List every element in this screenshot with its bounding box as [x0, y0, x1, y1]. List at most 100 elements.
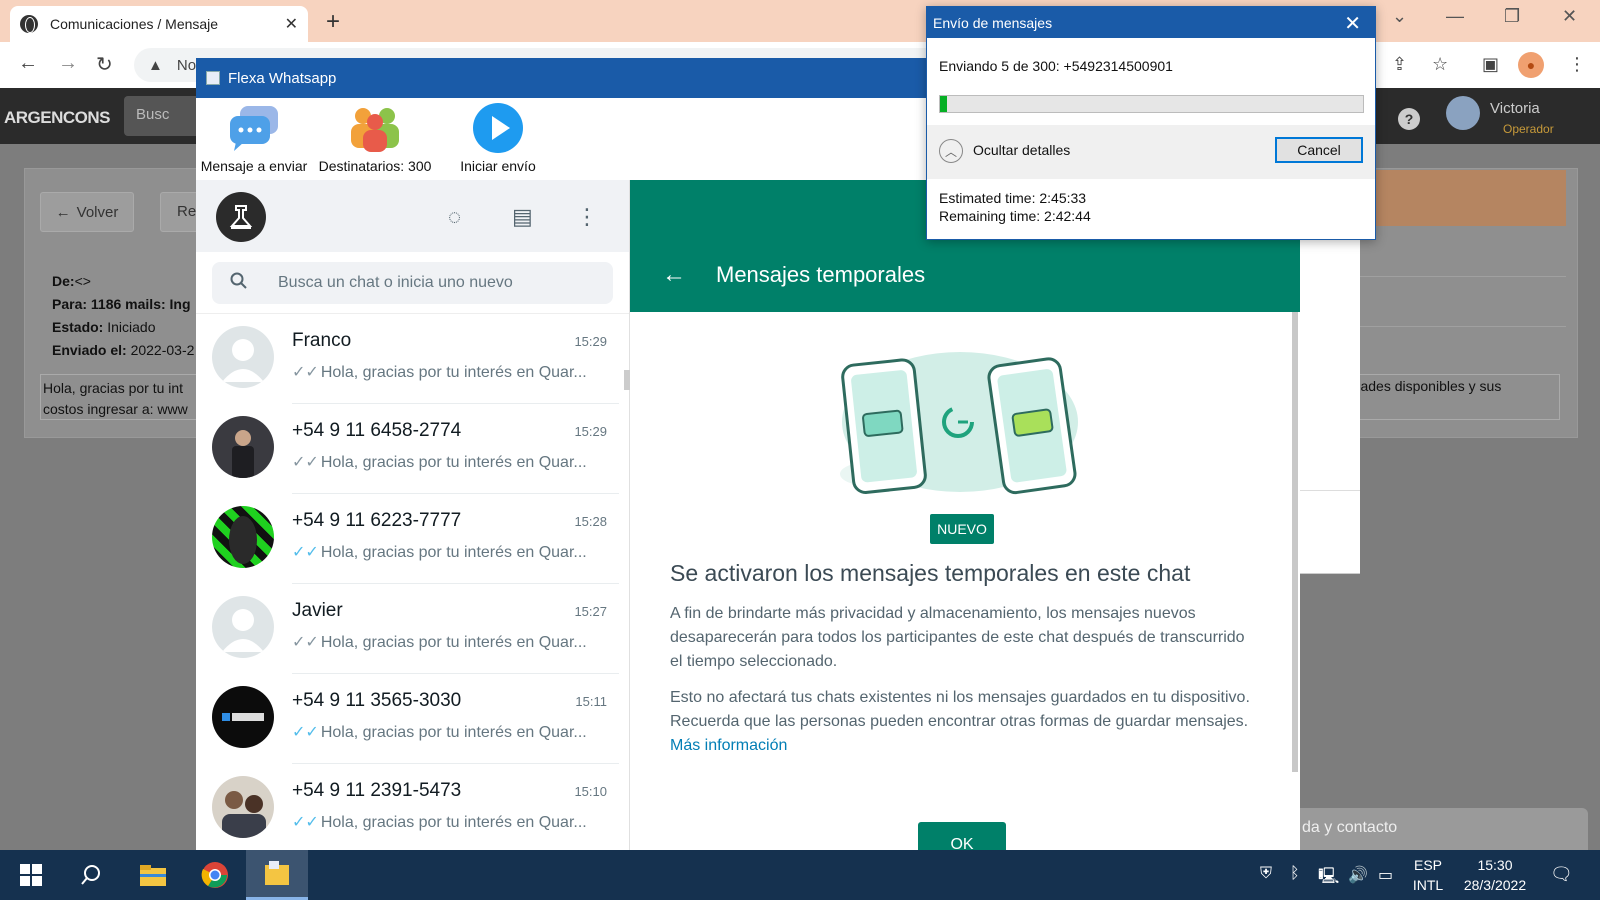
dialog-titlebar: Envío de mensajes ✕: [927, 7, 1375, 38]
chat-list-item[interactable]: +54 9 11 6458-2774 15:29 ✓✓ Hola, gracias…: [196, 404, 629, 494]
chat-preview: ✓✓ Hola, gracias por tu interés en Quar..…: [292, 364, 587, 381]
double-check-icon: ✓✓: [292, 724, 319, 741]
chat-name: Franco: [292, 330, 352, 351]
back-arrow-icon[interactable]: ←: [18, 52, 38, 75]
chat-time: 15:27: [574, 604, 607, 619]
panel-scrollbar[interactable]: [1292, 312, 1298, 772]
site-search-input[interactable]: Busc: [124, 96, 204, 136]
bookmark-star-icon[interactable]: ☆: [1432, 54, 1448, 75]
new-tab-button[interactable]: +: [326, 8, 340, 36]
security-shield-icon[interactable]: ⛨: [1260, 865, 1272, 883]
chat-time: 15:11: [575, 694, 607, 709]
forward-arrow-icon[interactable]: →: [58, 52, 78, 75]
reload-icon[interactable]: ↻: [96, 52, 113, 77]
chat-name: +54 9 11 6458-2774: [292, 420, 462, 441]
back-button[interactable]: ← Volver: [40, 192, 134, 232]
phones-timer-illustration: [830, 346, 1090, 507]
contact-photo: [212, 776, 274, 838]
chat-name: +54 9 11 2391-5473: [292, 780, 462, 801]
flexa-app-taskbar-icon[interactable]: [246, 850, 308, 900]
status-refresh-icon[interactable]: ◌: [448, 204, 461, 230]
file-explorer-icon[interactable]: [122, 850, 184, 900]
tab-close-button[interactable]: ✕: [285, 14, 298, 34]
message-body: Hola, gracias por tu int costos ingresar…: [40, 374, 200, 420]
user-name[interactable]: Victoria: [1490, 100, 1540, 117]
tab-title: Comunicaciones / Mensaje: [50, 16, 219, 32]
user-avatar[interactable]: [1446, 96, 1480, 130]
sending-progress-dialog: Envío de mensajes ✕ Enviando 5 de 300: +…: [926, 6, 1376, 240]
back-button-label: Volver: [76, 203, 119, 221]
chat-list-item[interactable]: +54 9 11 3565-3030 15:11 ✓✓ Hola, gracias…: [196, 674, 629, 764]
chat-name: +54 9 11 6223-7777: [292, 510, 462, 531]
chat-list-header: ◌ ▤ ⋮: [196, 180, 629, 252]
new-chat-icon[interactable]: ▤: [512, 204, 533, 230]
chat-preview: ✓✓ Hola, gracias por tu interés en Quar..…: [292, 814, 587, 831]
hide-details-toggle[interactable]: Ocultar detalles: [973, 142, 1070, 158]
meta-status: Estado: Iniciado: [52, 319, 156, 335]
ok-button[interactable]: OK: [918, 822, 1006, 850]
tab-search-icon[interactable]: ⌄: [1392, 6, 1407, 27]
recipients-button[interactable]: Destinatarios: 300: [316, 102, 434, 174]
restore-icon[interactable]: ❐: [1504, 6, 1520, 27]
clock[interactable]: 15:30 28/3/2022: [1452, 855, 1538, 895]
chat-list-item[interactable]: +54 9 11 2391-5473 15:10 ✓✓ Hola, gracias…: [196, 764, 629, 850]
window-title: Flexa Whatsapp: [228, 69, 337, 87]
message-to-send-button[interactable]: Mensaje a enviar: [198, 102, 310, 174]
chat-list-item[interactable]: Franco 15:29 ✓✓ Hola, gracias por tu inte…: [196, 314, 629, 404]
chat-list-item[interactable]: Javier 15:27 ✓✓ Hola, gracias por tu inte…: [196, 584, 629, 674]
temporary-messages-panel: ← Mensajes temporales NUEVO Se activaron…: [630, 180, 1300, 850]
double-check-icon: ✓✓: [292, 364, 319, 381]
double-check-icon: ✓✓: [292, 544, 319, 561]
volume-icon[interactable]: 🔊: [1348, 865, 1368, 885]
progress-bar-fill: [940, 96, 948, 112]
share-icon[interactable]: ⇪: [1392, 54, 1407, 75]
start-sending-button[interactable]: Iniciar envío: [448, 102, 548, 174]
notifications-icon[interactable]: 🗨: [1550, 864, 1573, 885]
close-window-icon[interactable]: ✕: [1562, 6, 1577, 27]
my-avatar[interactable]: [216, 192, 266, 242]
dialog-close-icon[interactable]: ✕: [1344, 11, 1361, 36]
chevron-up-icon[interactable]: ︿: [939, 139, 963, 163]
secondary-button[interactable]: Re: [160, 192, 200, 232]
chrome-icon[interactable]: [184, 850, 246, 900]
chat-search-input[interactable]: Busca un chat o inicia uno nuevo: [212, 262, 613, 304]
menu-dots-icon[interactable]: ⋮: [1568, 54, 1586, 75]
more-info-link[interactable]: Más información: [670, 737, 787, 754]
warning-icon: ▲: [148, 56, 163, 74]
meta-to: Para: 1186 mails: Ing: [52, 296, 191, 312]
side-panel-icon[interactable]: ▣: [1482, 54, 1499, 75]
bluetooth-icon[interactable]: ᛒ: [1290, 865, 1300, 883]
default-avatar-icon: [212, 596, 274, 658]
time-estimates: Estimated time: 2:45:33 Remaining time: …: [939, 189, 1091, 225]
message-body-tail: unidades disponibles y sus: [1330, 374, 1560, 420]
help-icon[interactable]: ?: [1398, 108, 1420, 130]
cancel-button[interactable]: Cancel: [1275, 137, 1363, 163]
chat-time: 15:28: [574, 514, 607, 529]
remaining-time: Remaining time: 2:42:44: [939, 208, 1091, 224]
minimize-icon[interactable]: —: [1446, 6, 1464, 27]
battery-icon[interactable]: ▭: [1378, 865, 1393, 885]
profile-avatar-icon[interactable]: ●: [1518, 52, 1544, 78]
double-check-icon: ✓✓: [292, 814, 319, 831]
input-language[interactable]: ESP INTL: [1408, 855, 1448, 895]
people-group-icon: [347, 102, 403, 154]
browser-tab[interactable]: Comunicaciones / Mensaje ✕: [10, 6, 308, 42]
globe-icon: [20, 15, 38, 33]
logo-icon: [229, 205, 253, 229]
start-button[interactable]: [0, 850, 62, 900]
back-arrow-icon[interactable]: ←: [662, 261, 686, 289]
help-contact-widget[interactable]: da y contacto: [1284, 808, 1588, 850]
chat-time: 15:10: [574, 784, 607, 799]
temporary-messages-title: Mensajes temporales: [716, 262, 926, 287]
menu-dots-icon[interactable]: ⋮: [576, 204, 598, 230]
search-icon[interactable]: [60, 850, 122, 900]
network-icon[interactable]: 🖳: [1318, 865, 1339, 892]
app-icon: [206, 71, 220, 85]
privacy-paragraph: A fin de brindarte más privacidad y alma…: [670, 605, 1245, 670]
temporary-messages-heading: Se activaron los mensajes temporales en …: [670, 560, 1191, 586]
start-sending-label: Iniciar envío: [460, 158, 536, 174]
message-to-send-label: Mensaje a enviar: [200, 158, 308, 174]
chat-name: Javier: [292, 600, 343, 621]
chat-list-item[interactable]: +54 9 11 6223-7777 15:28 ✓✓ Hola, gracias…: [196, 494, 629, 584]
chat-time: 15:29: [574, 334, 607, 349]
